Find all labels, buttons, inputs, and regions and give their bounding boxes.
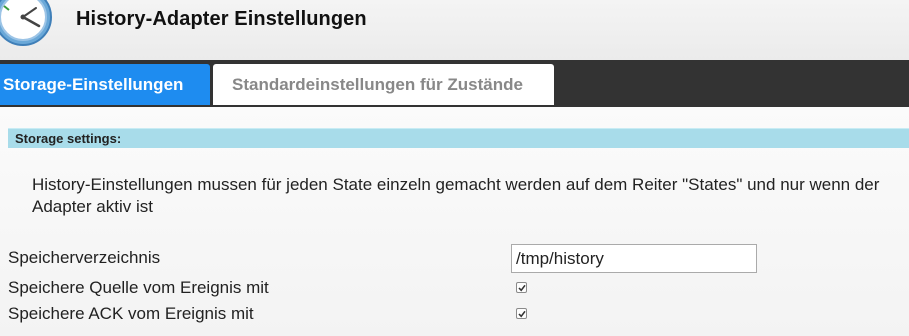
checkmark-icon xyxy=(518,284,526,292)
clock-icon xyxy=(0,0,52,46)
store-source-label: Speichere Quelle vom Ereignis mit xyxy=(8,278,269,297)
section-title: Storage settings: xyxy=(15,131,122,146)
info-text: History-Einstellungen mussen für jeden S… xyxy=(32,175,880,216)
tab-bar: Storage-Einstellungen Standardeinstellun… xyxy=(0,60,909,107)
store-ack-label: Speichere ACK vom Ereignis mit xyxy=(8,304,254,323)
tab-storage-settings[interactable]: Storage-Einstellungen xyxy=(0,64,210,105)
storage-dir-input[interactable] xyxy=(511,244,757,273)
tab-default-state-settings[interactable]: Standardeinstellungen für Zustände xyxy=(213,64,554,105)
page-title: History-Adapter Einstellungen xyxy=(76,8,367,30)
section-header: Storage settings: xyxy=(8,128,909,148)
storage-dir-label: Speicherverzeichnis xyxy=(8,248,161,267)
store-source-checkbox[interactable] xyxy=(516,282,527,293)
checkmark-icon xyxy=(518,310,526,318)
header: History-Adapter Einstellungen xyxy=(0,0,909,60)
store-ack-checkbox[interactable] xyxy=(516,308,527,319)
